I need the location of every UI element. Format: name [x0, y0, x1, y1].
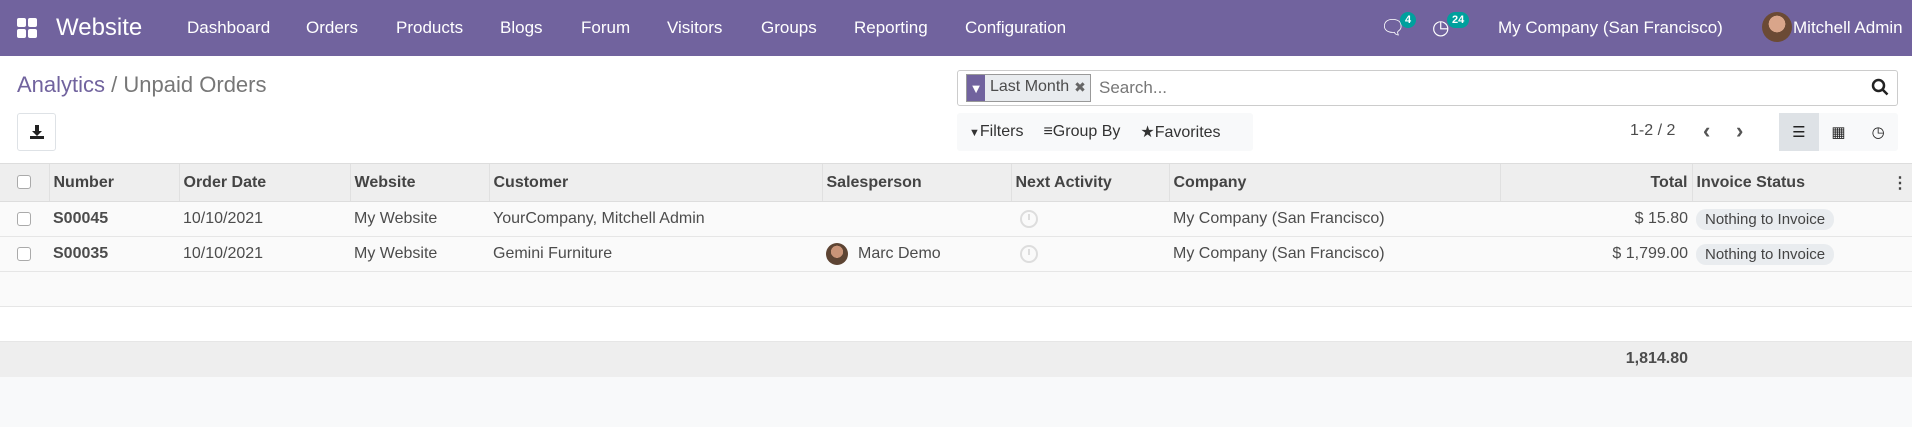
group-by-button[interactable]: ≡Group By	[1043, 123, 1120, 141]
activity-clock-icon[interactable]: ◷	[1432, 0, 1449, 56]
breadcrumb-current: Unpaid Orders	[123, 72, 267, 97]
cell-customer: Gemini Furniture	[489, 236, 822, 272]
group-by-label: Group By	[1052, 123, 1121, 140]
pager-next-icon[interactable]: ›	[1736, 118, 1743, 144]
cell-number: S00035	[49, 236, 179, 272]
footer-total: 1,814.80	[1500, 341, 1692, 377]
empty-row	[0, 306, 1912, 342]
empty-row	[0, 271, 1912, 307]
menu-dashboard[interactable]: Dashboard	[187, 0, 270, 56]
table-footer: 1,814.80	[0, 341, 1912, 377]
company-switcher[interactable]: My Company (San Francisco)	[1498, 0, 1723, 56]
cell-customer: YourCompany, Mitchell Admin	[489, 201, 822, 237]
header-website[interactable]: Website	[349, 163, 489, 202]
cell-salesperson	[822, 201, 1011, 237]
download-icon	[29, 125, 44, 139]
filter-icon: ▼	[969, 127, 980, 139]
menu-groups[interactable]: Groups	[761, 0, 817, 56]
user-avatar[interactable]	[1762, 12, 1792, 42]
breadcrumb-parent[interactable]: Analytics	[17, 72, 105, 97]
header-invoice-status[interactable]: Invoice Status	[1697, 174, 1805, 191]
messages-badge: 4	[1400, 12, 1417, 28]
kanban-view-icon[interactable]: ▦	[1819, 113, 1859, 151]
table-header: Number Order Date Website Customer Sales…	[0, 163, 1912, 202]
cell-salesperson: Marc Demo	[858, 245, 941, 263]
pager-value[interactable]: 1-2 / 2	[1630, 122, 1675, 140]
filter-icon: ▼	[967, 75, 985, 101]
facet-label: Last Month	[990, 78, 1070, 95]
search-bar: ▼ Last Month ✖	[957, 70, 1898, 106]
orders-table: Number Order Date Website Customer Sales…	[0, 163, 1912, 377]
favorites-label: Favorites	[1154, 124, 1221, 141]
menu-blogs[interactable]: Blogs	[500, 0, 543, 56]
apps-menu-icon[interactable]	[17, 18, 37, 38]
activity-clock-icon[interactable]	[1020, 244, 1038, 263]
top-navbar: Website Dashboard Orders Products Blogs …	[0, 0, 1912, 56]
favorites-button[interactable]: ★Favorites	[1140, 122, 1220, 142]
optional-columns-icon[interactable]: ⋮	[1892, 173, 1908, 193]
menu-visitors[interactable]: Visitors	[667, 0, 722, 56]
header-company[interactable]: Company	[1168, 163, 1500, 202]
menu-reporting[interactable]: Reporting	[854, 0, 928, 56]
search-icon[interactable]	[1871, 78, 1889, 96]
header-order-date[interactable]: Order Date	[178, 163, 350, 202]
filters-button[interactable]: ▼Filters	[969, 123, 1023, 141]
select-all-checkbox[interactable]	[17, 175, 31, 190]
messages-icon[interactable]: 🗨	[1380, 0, 1405, 56]
download-button[interactable]	[17, 113, 56, 151]
cell-number: S00045	[49, 201, 179, 237]
invoice-status-badge: Nothing to Invoice	[1696, 208, 1835, 230]
table-row[interactable]: S00035 10/10/2021 My Website Gemini Furn…	[0, 236, 1912, 272]
app-name[interactable]: Website	[56, 0, 142, 56]
remove-facet-icon[interactable]: ✖	[1074, 75, 1090, 101]
invoice-status-badge: Nothing to Invoice	[1696, 243, 1835, 265]
list-view-icon[interactable]: ☰	[1779, 113, 1819, 151]
view-switcher: ☰ ▦ ◷	[1779, 113, 1898, 151]
menu-configuration[interactable]: Configuration	[965, 0, 1066, 56]
header-next-activity[interactable]: Next Activity	[1010, 163, 1169, 202]
header-total[interactable]: Total	[1499, 163, 1692, 202]
activities-badge: 24	[1447, 12, 1470, 28]
star-icon: ★	[1140, 124, 1155, 141]
cell-date: 10/10/2021	[179, 236, 350, 272]
bars-icon: ≡	[1043, 123, 1053, 140]
activity-clock-icon[interactable]	[1020, 209, 1038, 228]
row-checkbox[interactable]	[17, 211, 31, 226]
breadcrumb-separator: /	[111, 72, 118, 97]
cell-date: 10/10/2021	[179, 201, 350, 237]
filters-label: Filters	[979, 123, 1024, 140]
menu-products[interactable]: Products	[396, 0, 463, 56]
menu-forum[interactable]: Forum	[581, 0, 630, 56]
user-menu[interactable]: Mitchell Admin	[1793, 0, 1903, 56]
cell-website: My Website	[350, 201, 489, 237]
header-customer[interactable]: Customer	[488, 163, 822, 202]
header-salesperson[interactable]: Salesperson	[821, 163, 1011, 202]
cell-total: $ 1,799.00	[1500, 236, 1692, 272]
cell-website: My Website	[350, 236, 489, 272]
search-input[interactable]	[1099, 75, 1839, 101]
menu-orders[interactable]: Orders	[306, 0, 358, 56]
filter-facet: ▼ Last Month ✖	[966, 74, 1091, 102]
row-checkbox[interactable]	[17, 246, 31, 261]
search-options-bar: ▼Filters ≡Group By ★Favorites	[957, 113, 1253, 151]
activity-view-icon[interactable]: ◷	[1858, 113, 1898, 151]
breadcrumb: Analytics / Unpaid Orders	[17, 72, 267, 98]
table-row[interactable]: S00045 10/10/2021 My Website YourCompany…	[0, 201, 1912, 237]
cell-company: My Company (San Francisco)	[1169, 201, 1500, 237]
header-number[interactable]: Number	[48, 163, 179, 202]
cell-total: $ 15.80	[1500, 201, 1692, 237]
cell-company: My Company (San Francisco)	[1169, 236, 1500, 272]
pager-previous-icon[interactable]: ‹	[1703, 118, 1710, 144]
salesperson-avatar	[826, 243, 848, 265]
